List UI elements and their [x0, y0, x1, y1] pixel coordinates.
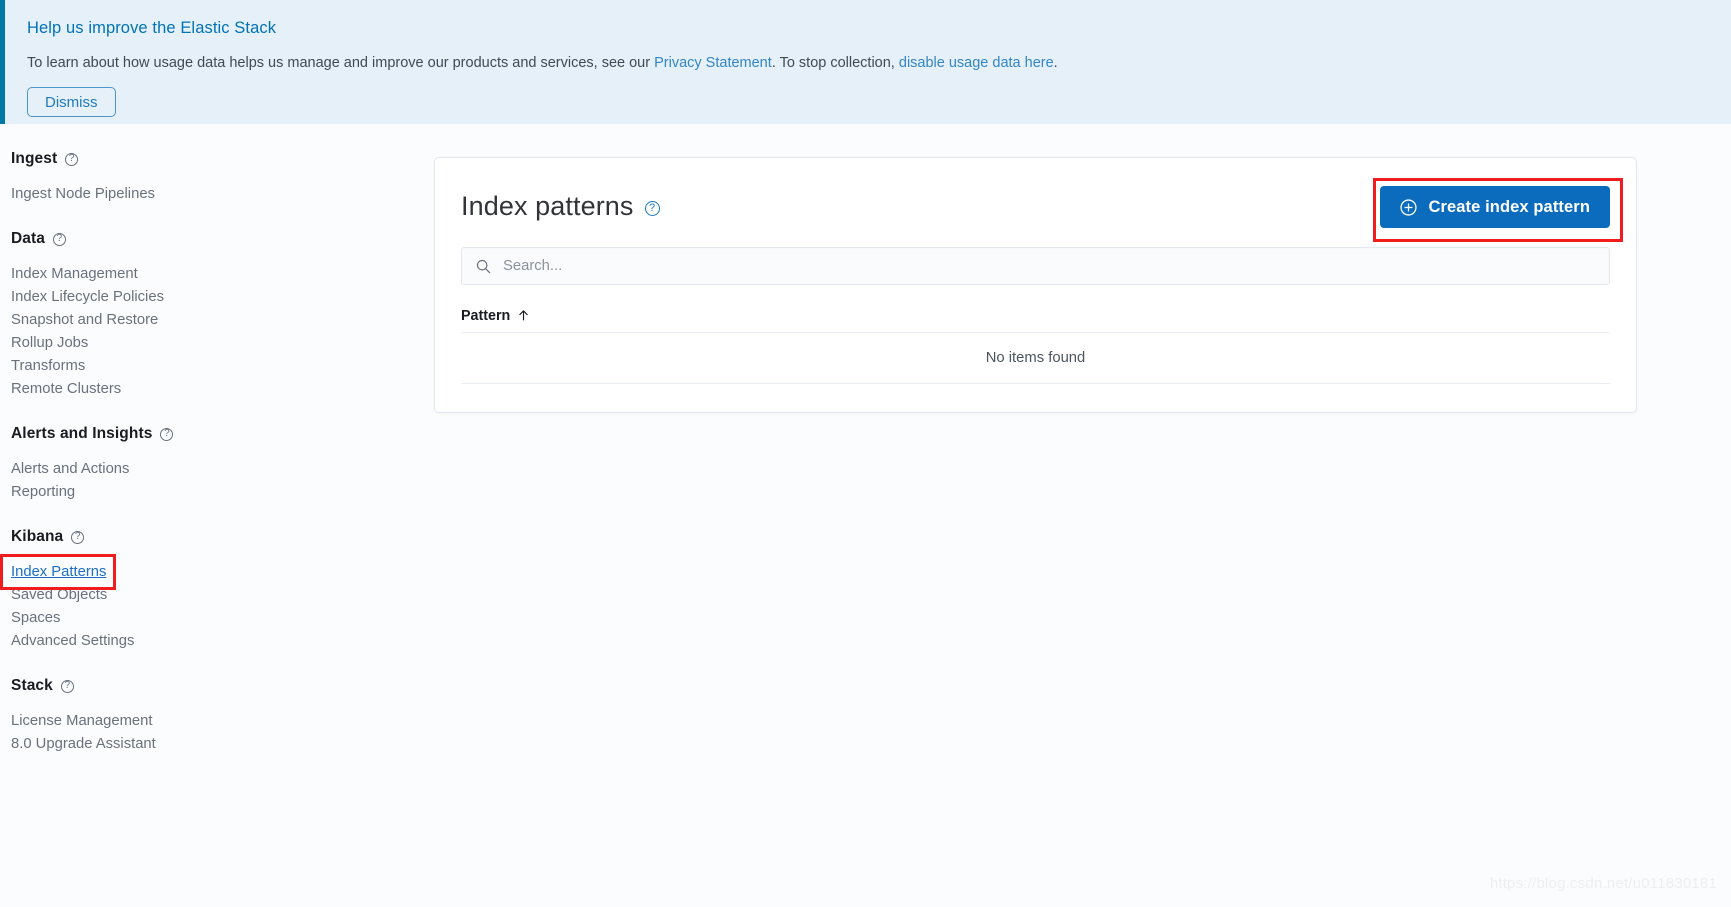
nav-heading-label: Kibana [11, 528, 64, 545]
nav-group-alerts-and-insights: Alerts and Insights Alerts and ActionsRep… [11, 425, 420, 504]
nav-heading-kibana: Kibana [11, 528, 420, 546]
question-circle-icon[interactable] [71, 530, 85, 544]
watermark: https://blog.csdn.net/u011830181 [1489, 875, 1717, 892]
disable-usage-data-link[interactable]: disable usage data here [899, 55, 1054, 71]
sidebar-item-snapshot-and-restore[interactable]: Snapshot and Restore [11, 309, 420, 332]
sidebar-item-remote-clusters[interactable]: Remote Clusters [11, 378, 420, 401]
sidebar-item-rollup-jobs[interactable]: Rollup Jobs [11, 332, 420, 355]
banner-text-middle: . To stop collection, [771, 55, 899, 71]
question-circle-icon[interactable] [160, 427, 174, 441]
question-circle-icon[interactable] [65, 152, 79, 166]
sidebar-item-alerts-and-actions[interactable]: Alerts and Actions [11, 458, 420, 481]
nav-heading-data: Data [11, 230, 420, 248]
sidebar-item-8-0-upgrade-assistant[interactable]: 8.0 Upgrade Assistant [11, 733, 420, 756]
nav-heading-label: Stack [11, 677, 53, 694]
question-circle-icon[interactable] [53, 232, 66, 246]
nav-heading-stack: Stack [11, 677, 420, 695]
plus-circle-icon [1400, 198, 1418, 216]
panel-header: Index patterns Create index pattern [435, 158, 1636, 242]
nav-group-kibana: Kibana Index PatternsSaved ObjectsSpacesA… [0, 528, 420, 653]
create-index-pattern-highlight: Create index pattern [1373, 178, 1623, 242]
create-index-pattern-label: Create index pattern [1428, 197, 1590, 216]
sidebar-item-ingest-node-pipelines[interactable]: Ingest Node Pipelines [11, 183, 420, 206]
table-header-row: Pattern [461, 285, 1610, 333]
nav-heading-label: Alerts and Insights [11, 425, 153, 442]
table-empty-message: No items found [461, 333, 1610, 384]
nav-group-stack: Stack License Management8.0 Upgrade Assis… [11, 677, 420, 756]
sidebar-item-index-lifecycle-policies[interactable]: Index Lifecycle Policies [11, 286, 420, 309]
question-circle-icon[interactable] [644, 200, 660, 216]
index-patterns-panel: Index patterns Create index pattern [434, 157, 1637, 413]
sidebar-item-saved-objects[interactable]: Saved Objects [11, 584, 420, 607]
settings-page: Help us improve the Elastic Stack To lea… [0, 0, 1731, 907]
nav-group-ingest: Ingest Ingest Node Pipelines [11, 150, 420, 206]
settings-sidebar: Ingest Ingest Node Pipelines Data Index Man… [0, 124, 420, 756]
banner-text-prefix: To learn about how usage data helps us m… [27, 55, 655, 71]
question-circle-icon[interactable] [60, 679, 74, 693]
dismiss-button[interactable]: Dismiss [27, 87, 116, 117]
sidebar-item-index-management[interactable]: Index Management [11, 263, 420, 286]
banner-description: To learn about how usage data helps us m… [27, 53, 1731, 73]
privacy-statement-link[interactable]: Privacy Statement [654, 55, 772, 71]
sidebar-item-license-management[interactable]: License Management [11, 710, 420, 733]
sidebar-item-transforms[interactable]: Transforms [11, 355, 420, 378]
create-index-pattern-button[interactable]: Create index pattern [1380, 186, 1610, 228]
banner-text-suffix: . [1053, 55, 1058, 71]
panel-title-group: Index patterns [461, 191, 660, 222]
sidebar-item-advanced-settings[interactable]: Advanced Settings [11, 630, 420, 653]
sidebar-item-reporting[interactable]: Reporting [11, 481, 420, 504]
index-patterns-table: Pattern No items found [461, 285, 1610, 384]
page-title: Index patterns [461, 190, 634, 221]
nav-heading-label: Data [11, 230, 45, 247]
nav-group-data: Data Index ManagementIndex Lifecycle Poli… [11, 230, 420, 401]
sidebar-item-highlight: Index Patterns [0, 554, 117, 590]
column-header-pattern[interactable]: Pattern [461, 308, 510, 324]
nav-heading-label: Ingest [11, 150, 58, 167]
banner-title: Help us improve the Elastic Stack [27, 19, 277, 37]
telemetry-banner: Help us improve the Elastic Stack To lea… [0, 0, 1731, 124]
search-input[interactable] [503, 258, 1595, 274]
search-field[interactable] [461, 247, 1610, 285]
nav-heading-ingest: Ingest [11, 150, 420, 168]
nav-heading-alerts-and-insights: Alerts and Insights [11, 425, 420, 443]
sidebar-item-index-patterns[interactable]: Index Patterns [11, 561, 106, 584]
search-icon [476, 259, 491, 273]
arrow-up-icon[interactable] [517, 309, 530, 322]
sidebar-item-spaces[interactable]: Spaces [11, 607, 420, 630]
